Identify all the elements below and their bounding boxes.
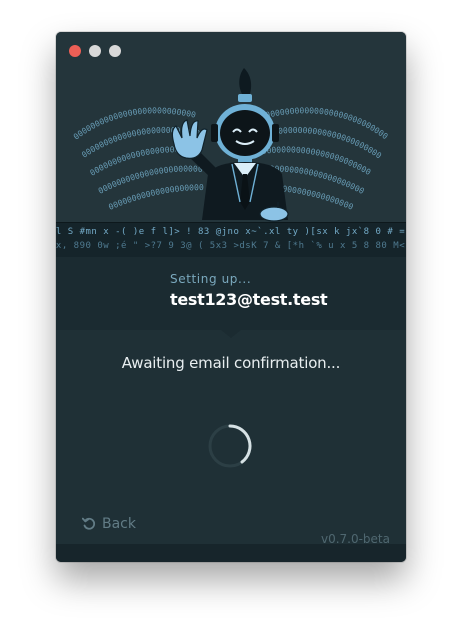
hero-banner: 00000000000000000000000000 00000000 00000…: [56, 32, 406, 222]
close-window-button[interactable]: [69, 45, 81, 57]
status-message: Awaiting email confirmation...: [121, 354, 341, 372]
ticker-row: ax, 890 0w ;é " >?7 9 3@ ( 5x3 >dsK 7 & …: [56, 241, 406, 251]
binary-arc: 0000000000000000000000000000000000: [56, 32, 204, 212]
character-ticker-band: kl S #mn x -( )e f l]> ! 83 @jno x~`.xl …: [56, 222, 406, 258]
binary-arc: 0000000000000000000000000000000000: [56, 32, 372, 177]
maximize-window-button[interactable]: [109, 45, 121, 57]
app-window: 00000000000000000000000000 00000000 00000…: [56, 32, 406, 562]
back-button-label: Back: [102, 516, 136, 532]
panel-caret: [221, 330, 241, 338]
robot-illustration: 00000000000000000000000000 00000000 00000…: [56, 32, 390, 222]
footer-strip: [56, 544, 406, 562]
ticker-row: kl S #mn x -( )e f l]> ! 83 @jno x~`.xl …: [56, 227, 406, 237]
undo-arrow-icon: [82, 517, 96, 530]
loading-spinner-icon: [208, 424, 252, 468]
setting-up-label: Setting up...: [170, 272, 252, 286]
back-button[interactable]: Back: [82, 516, 136, 532]
account-email: test123@test.test: [170, 290, 328, 309]
minimize-window-button[interactable]: [89, 45, 101, 57]
